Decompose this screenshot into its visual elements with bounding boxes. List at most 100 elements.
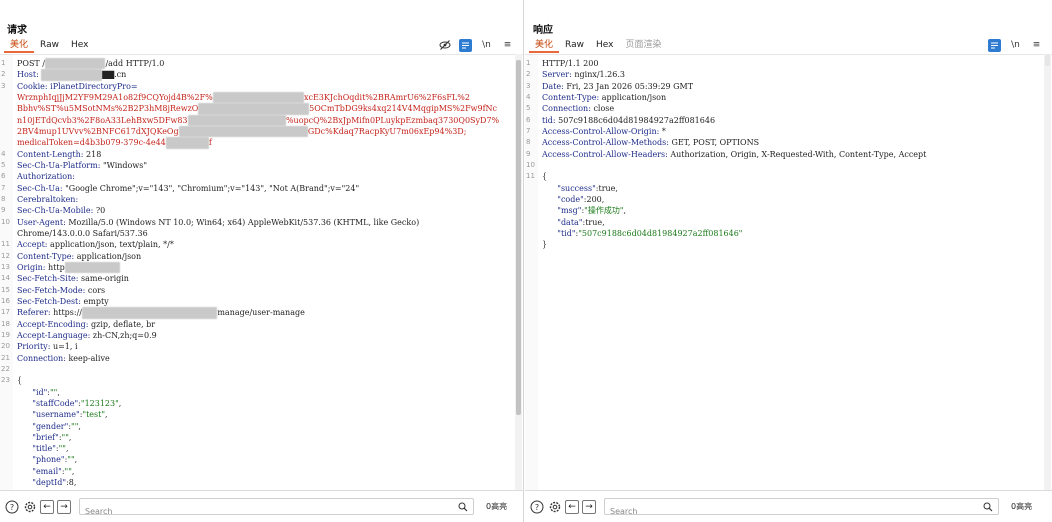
code-token: "success" [542,183,596,193]
line-content: HTTP/1.1 200 [542,58,1042,69]
search-icon[interactable] [983,502,993,512]
redacted-text: █████████ [64,261,121,274]
code-token: 218 [86,149,102,159]
forward-arrow-icon[interactable]: → [582,499,596,514]
line-content: Sec-Ch-Ua-Mobile: ?0 [17,205,513,216]
response-tabs: 美化 Raw Hex 页面渲染 [529,38,667,53]
code-token: , [78,421,81,431]
code-line: 21 Connection: keep-alive [0,353,513,364]
code-line: 14 Sec-Fetch-Site: same-origin [0,273,513,284]
code-token: Sec-Fetch-Dest: [17,296,84,306]
code-token: Accept-Language: [17,330,93,340]
code-line: 10 [525,160,1042,171]
code-line: 23 { [0,375,513,386]
request-lines: 1 POST /████ ███ ██/add HTTP/1.0 2 Host: ██… [0,58,513,488]
line-number: 8 [1,194,6,203]
back-arrow-icon[interactable]: ← [40,499,54,514]
code-line: 13 Origin: http█████████ [0,261,513,274]
code-token: , [118,398,122,408]
request-editor[interactable]: 1 POST /████ ███ ██/add HTTP/1.0 2 Host: ██… [0,54,523,490]
search-input[interactable] [605,504,998,519]
tab-pretty[interactable]: 美化 [529,38,560,53]
response-scrollbar[interactable] [1044,54,1051,490]
redacted-text: ████████████████ [187,114,286,126]
code-token: } [542,240,548,250]
code-line: 18 Accept-Encoding: gzip, deflate, br [0,319,513,330]
code-token: , [615,183,618,193]
scroll-thumb[interactable] [1045,54,1050,66]
code-line: "data":true, [525,217,1042,228]
tab-raw[interactable]: Raw [34,38,65,53]
line-content: "tid":"507c9188c6d04d81984927a2ff081646" [542,228,1042,239]
menu-icon[interactable]: ≡ [1030,39,1043,52]
tab-pretty[interactable]: 美化 [4,38,35,53]
code-token: { [17,376,23,386]
pane-title: 请求 [7,25,27,36]
code-token: manage/user-manage [217,308,305,318]
help-icon[interactable]: ? [529,499,544,514]
newline-icon[interactable]: \n [480,39,493,52]
code-line: 19 Accept-Language: zh-CN,zh;q=0.9 [0,330,513,341]
request-tabs: 美化 Raw Hex [4,38,94,53]
code-token: true [585,217,603,227]
settings-icon[interactable] [22,499,37,514]
search-input[interactable] [80,504,473,519]
code-token: "Windows" [102,160,147,170]
line-content: Access-Control-Allow-Methods: GET, POST,… [542,137,1042,148]
line-number: 3 [1,81,6,90]
line-number: 14 [1,274,10,283]
line-content: Content-Type: application/json [17,251,513,262]
tab-raw[interactable]: Raw [559,38,590,53]
code-line: "deptId":8, [0,477,513,488]
code-token: Content-Length: [17,149,87,159]
tab-hex[interactable]: Hex [65,38,94,53]
code-line: "code":200, [525,194,1042,205]
line-number: 20 [1,342,10,351]
line-content: "deptId":8, [17,477,513,488]
code-token: "email" [17,466,62,476]
line-number: 10 [526,160,535,169]
menu-icon[interactable]: ≡ [501,39,514,52]
line-number: 1 [526,59,531,67]
line-content: Connection: keep-alive [17,353,513,364]
wrap-toggle-icon[interactable] [459,38,472,52]
eye-slash-icon[interactable] [438,39,451,52]
code-line: "email":"", [0,466,513,477]
line-content: Date: Fri, 23 Jan 2026 05:39:29 GMT [542,81,1042,92]
line-content: Accept: application/json, text/plain, */… [17,239,513,250]
code-token: Priority: [17,342,53,352]
scroll-thumb[interactable] [516,60,521,415]
back-arrow-icon[interactable]: ← [565,499,579,514]
code-token: "msg" [542,206,582,216]
settings-icon[interactable] [547,499,562,514]
code-line: 3 Date: Fri, 23 Jan 2026 05:39:29 GMT [525,81,1042,92]
code-token: GDc%Kdaq7RacpKyU7m06xEp94%3D; [307,126,467,136]
code-token: Server: [542,70,575,80]
forward-arrow-icon[interactable]: → [57,499,71,514]
code-token: HTTP/1.1 200 [542,59,599,68]
code-token: "" [67,455,75,465]
code-line: n10jETdQcvb3%2F8oA33LehBxw5DFw83████████… [0,114,513,126]
code-token: , [623,206,627,216]
line-number: 8 [526,138,531,147]
tab-hex[interactable]: Hex [590,38,619,53]
line-content: { [542,171,1042,182]
tab-render[interactable]: 页面渲染 [619,38,667,53]
code-line: "username":"test", [0,409,513,420]
code-line: 16 Sec-Fetch-Dest: empty [0,296,513,307]
line-number: 18 [1,319,10,328]
response-editor[interactable]: 1 HTTP/1.1 200 2 Server: nginx/1.26.3 3 Date:… [525,54,1052,490]
wrap-toggle-icon[interactable] [988,38,1001,52]
line-number: 7 [1,183,6,192]
pane-title: 响应 [533,25,553,36]
search-icon[interactable] [458,502,468,512]
code-line: 12 Content-Type: application/json [0,251,513,262]
code-token: "data" [542,217,583,227]
line-content: tid: 507c9188c6d04d81984927a2ff081646 [542,115,1042,126]
help-icon[interactable]: ? [4,499,19,514]
code-token: "gender" [17,421,69,431]
code-token: same-origin [81,274,129,284]
request-scrollbar[interactable] [515,54,522,490]
newline-icon[interactable]: \n [1009,39,1022,52]
line-content: "data":true, [542,217,1042,228]
